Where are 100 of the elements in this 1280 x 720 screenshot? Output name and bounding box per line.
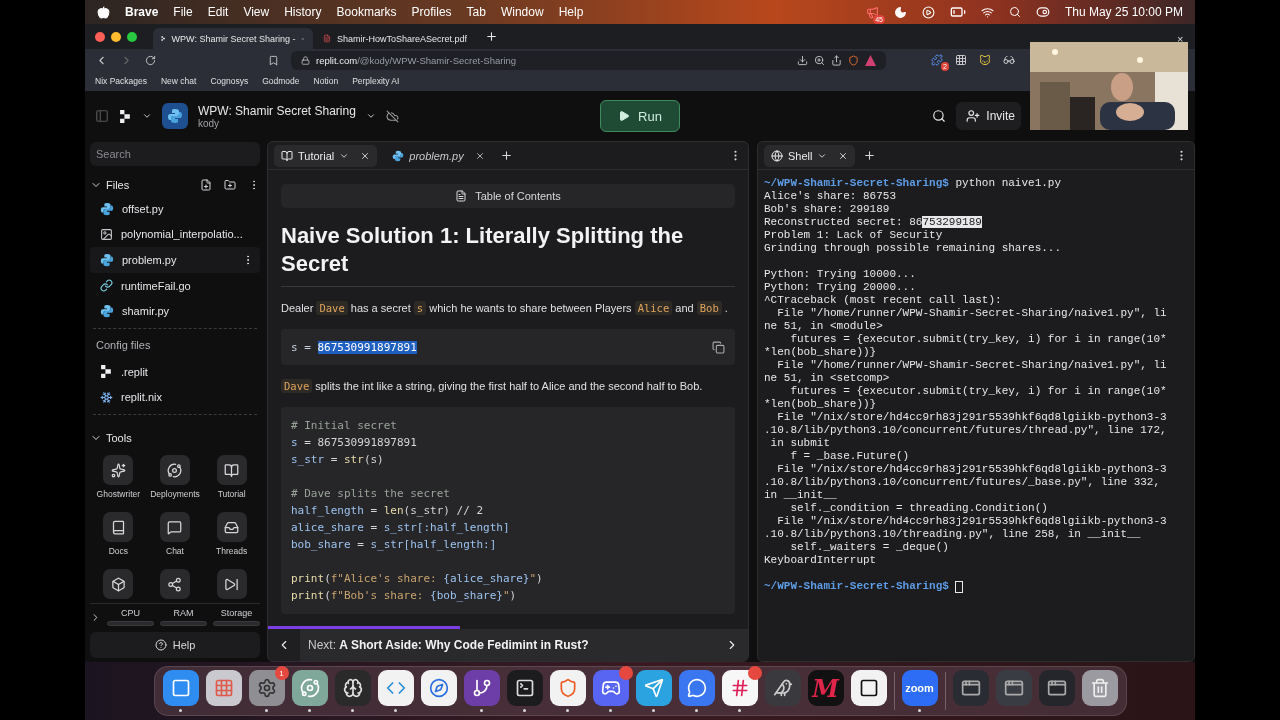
tool-button[interactable] [160, 455, 190, 486]
menu-app-name[interactable]: Brave [125, 5, 159, 19]
menu-item[interactable]: Help [558, 5, 584, 19]
tool-button[interactable] [160, 512, 190, 543]
menu-item[interactable]: Edit [207, 5, 229, 19]
zoom-button[interactable] [127, 31, 137, 42]
bookmark-link[interactable]: Perplexity AI [352, 76, 400, 86]
battery-icon[interactable] [949, 4, 966, 20]
copy-icon[interactable] [712, 340, 725, 354]
app-tile[interactable] [420, 670, 457, 706]
tool-button[interactable] [160, 569, 190, 600]
bookmark-link[interactable]: Godmode [262, 76, 300, 86]
tree-row[interactable]: replit.nix [90, 384, 260, 411]
cat-icon[interactable] [979, 54, 991, 66]
play-circle-icon[interactable] [921, 5, 935, 19]
invite-button[interactable]: Invite [956, 102, 1021, 130]
bookmark-link[interactable]: Nix Packages [95, 76, 147, 86]
address-bar[interactable]: replit.com/@kody/WPW-Shamir-Secret-Sharing [291, 50, 886, 70]
bookmark-link[interactable]: New chat [160, 76, 197, 86]
close-button[interactable] [95, 31, 105, 42]
bookmark-icon[interactable] [268, 54, 279, 66]
reload-icon[interactable] [145, 54, 156, 66]
app-tile[interactable] [291, 670, 328, 706]
app-tile[interactable] [334, 670, 371, 706]
app-tile[interactable] [506, 670, 543, 706]
app-tile[interactable] [377, 670, 414, 706]
add-tab-icon[interactable] [863, 149, 877, 162]
app-tile[interactable] [1081, 670, 1118, 706]
wifi-icon[interactable] [980, 5, 994, 19]
editor-tab[interactable]: problem.py [385, 144, 492, 167]
run-button[interactable]: Run [600, 100, 680, 132]
tool-button[interactable] [103, 455, 134, 486]
tool-button[interactable] [216, 569, 247, 600]
chevron-down-icon[interactable] [365, 111, 376, 121]
tree-row[interactable]: shamir.py [90, 298, 260, 324]
close-icon[interactable] [838, 150, 849, 161]
help-button[interactable]: Help [90, 632, 260, 658]
search-icon[interactable] [1008, 6, 1021, 18]
app-tile[interactable] [995, 670, 1032, 706]
project-title[interactable]: WPW: Shamir Secret Sharing [198, 103, 356, 118]
close-icon[interactable] [474, 150, 485, 161]
new-folder-icon[interactable] [224, 179, 236, 191]
extension-icon[interactable] [931, 54, 943, 66]
menu-item[interactable]: View [243, 5, 270, 19]
app-tile[interactable] [592, 670, 629, 706]
app-tile[interactable] [248, 670, 285, 706]
control-center-icon[interactable] [1035, 5, 1050, 19]
editor-tab[interactable]: Tutorial [274, 144, 378, 167]
tool-button[interactable] [216, 512, 247, 543]
app-tile[interactable] [764, 670, 801, 706]
new-file-icon[interactable] [200, 179, 212, 191]
tree-row[interactable]: .replit [90, 358, 260, 385]
glasses-icon[interactable] [1003, 54, 1015, 66]
tree-row[interactable]: offset.py [90, 196, 260, 222]
app-tile[interactable] [463, 670, 500, 706]
search-field[interactable]: Search [90, 142, 260, 166]
table-of-contents-button[interactable]: Table of Contents [281, 184, 735, 208]
app-tile[interactable] [721, 670, 758, 706]
app-tile[interactable]: zoom [901, 670, 938, 706]
browser-tab[interactable]: Shamir-HowToShareASecret.pdf [315, 28, 475, 49]
zoom-in-icon[interactable] [814, 54, 825, 66]
close-button[interactable]: × [1177, 33, 1184, 45]
add-tab-icon[interactable] [499, 149, 513, 162]
app-tile[interactable] [678, 670, 715, 706]
app-tile[interactable] [1038, 670, 1075, 706]
menu-item[interactable]: History [284, 5, 322, 19]
share-icon[interactable] [831, 54, 842, 66]
minimize-button[interactable] [111, 31, 121, 42]
close-icon[interactable] [360, 150, 371, 161]
shield-icon[interactable] [848, 54, 859, 66]
app-tile[interactable] [635, 670, 672, 706]
bookmark-link[interactable]: Cognosys [210, 76, 249, 86]
browser-tab[interactable]: WPW: Shamir Secret Sharing - [153, 28, 313, 49]
app-tile[interactable] [162, 670, 199, 706]
triangle-icon[interactable] [865, 54, 876, 66]
moon-icon[interactable] [893, 5, 907, 19]
app-tile[interactable] [549, 670, 586, 706]
tool-button[interactable] [216, 455, 247, 486]
app-tile[interactable] [952, 670, 989, 706]
menu-item[interactable]: File [173, 5, 193, 19]
chevron-down-icon[interactable] [142, 111, 152, 121]
shell-tab[interactable]: Shell [764, 144, 856, 167]
app-tile[interactable] [850, 670, 887, 706]
menu-item[interactable]: Bookmarks [336, 5, 397, 19]
bookmark-link[interactable]: Notion [313, 76, 339, 86]
app-tile[interactable] [205, 670, 242, 706]
new-tab-icon[interactable] [485, 30, 498, 43]
grid-icon[interactable] [955, 54, 967, 66]
sidebar-toggle-icon[interactable] [95, 109, 109, 123]
menu-item[interactable]: Profiles [411, 5, 452, 19]
download-icon[interactable] [797, 54, 808, 66]
menu-item[interactable]: Window [500, 5, 544, 19]
app-tile[interactable]: M [807, 670, 844, 706]
tree-row[interactable]: problem.py [90, 247, 260, 273]
next-link[interactable]: Next: A Short Aside: Why Code Fedimint in Rust? [300, 638, 716, 652]
apple-icon[interactable] [97, 5, 110, 19]
tree-row[interactable]: runtimeFail.go [90, 272, 260, 299]
tool-button[interactable] [103, 569, 134, 600]
tool-button[interactable] [103, 512, 134, 543]
search-icon[interactable] [932, 109, 947, 123]
